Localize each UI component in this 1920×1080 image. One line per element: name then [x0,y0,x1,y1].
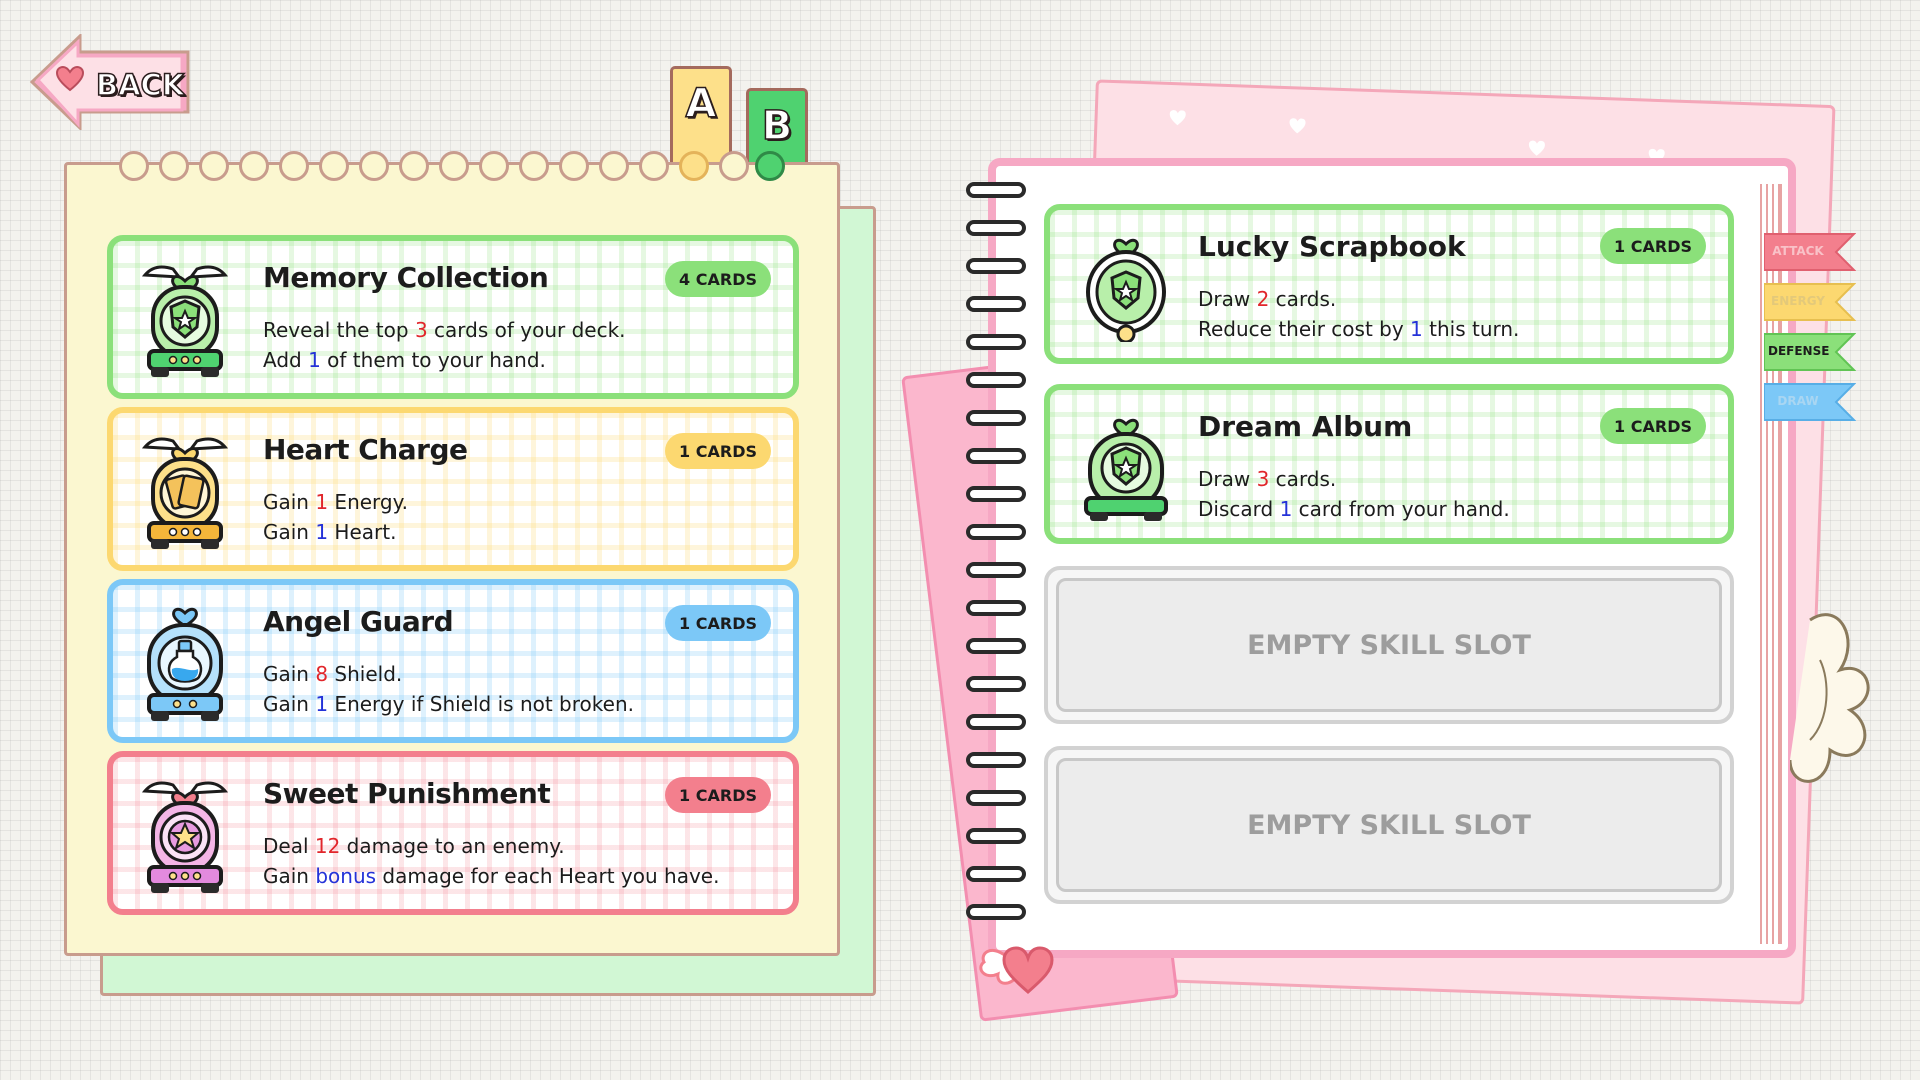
ring [719,151,749,181]
filter-tab-energy[interactable]: ENERGY [1764,282,1856,322]
ring [559,151,589,181]
back-label: BACK [95,67,185,103]
deck-card-angel-guard[interactable]: Angel Guard 1 CARDS Gain 8 Shield. Gain … [107,579,799,743]
coil-ring [966,600,1026,616]
winged-heart-icon [979,946,1054,994]
ring [519,151,549,181]
empty-slot-label: EMPTY SKILL SLOT [1056,578,1722,712]
deck-card-sweet-punishment[interactable]: Sweet Punishment 1 CARDS Deal 12 damage … [107,751,799,915]
coil-ring [966,790,1026,806]
ring [359,151,389,181]
empty-skill-slot[interactable]: EMPTY SKILL SLOT [1044,566,1734,724]
desc-line: Gain 1 Energy if Shield is not broken. [263,692,634,716]
empty-slot-label: EMPTY SKILL SLOT [1056,758,1722,892]
coil-ring [966,676,1026,692]
card-count-badge: 1 CARDS [665,777,771,813]
card-count-badge: 1 CARDS [665,605,771,641]
ring [639,151,669,181]
heart-icon [56,66,84,92]
ring [439,151,469,181]
notebook-rings [119,151,819,191]
ring [279,151,309,181]
ring [119,151,149,181]
ring [399,151,429,181]
desc-line: Reduce their cost by 1 this turn. [1198,317,1520,341]
card-title: Heart Charge [263,433,468,466]
coil-ring [966,562,1026,578]
desc-line: Draw 3 cards. [1198,467,1337,491]
deck-notebook: Memory Collection 4 CARDS Reveal the top… [64,151,840,956]
card-count-badge: 1 CARDS [665,433,771,469]
coil-ring [966,258,1026,274]
ring [599,151,629,181]
coil-ring [966,638,1026,654]
deck-card-memory-collection[interactable]: Memory Collection 4 CARDS Reveal the top… [107,235,799,399]
skill-card-lucky-scrapbook[interactable]: Lucky Scrapbook 1 CARDS Draw 2 cards. Re… [1044,204,1734,364]
card-description: Reveal the top 3 cards of your deck. Add… [263,315,626,375]
desc-line: Deal 12 damage to an enemy. [263,834,565,858]
desc-line: Gain 1 Heart. [263,520,397,544]
coil-ring [966,486,1026,502]
filter-tab-draw[interactable]: DRAW [1764,382,1856,422]
filter-tab-defense[interactable]: DEFENSE [1764,332,1856,372]
desc-line: Gain 8 Shield. [263,662,403,686]
card-title: Sweet Punishment [263,777,551,810]
mirror-charm-icon [1086,238,1166,342]
shield-charm-icon [1084,418,1168,521]
desc-line: Reveal the top 3 cards of your deck. [263,318,626,342]
ring [239,151,269,181]
filter-tab-attack[interactable]: ATTACK [1764,232,1856,272]
ring [755,151,785,181]
skill-description: Draw 2 cards. Reduce their cost by 1 thi… [1198,284,1519,344]
card-description: Gain 1 Energy. Gain 1 Heart. [263,487,408,547]
desc-line: Draw 2 cards. [1198,287,1337,311]
coil-ring [966,524,1026,540]
coil-ring [966,828,1026,844]
coil-ring [966,410,1026,426]
coil-ring [966,182,1026,198]
card-description: Deal 12 damage to an enemy. Gain bonus d… [263,831,719,891]
desc-line: Add 1 of them to your hand. [263,348,546,372]
card-charm-icon [141,437,229,549]
card-description: Gain 8 Shield. Gain 1 Energy if Shield i… [263,659,634,719]
coil-ring [966,752,1026,768]
coil-ring [966,448,1026,464]
card-count-badge: 4 CARDS [665,261,771,297]
card-title: Memory Collection [263,261,549,294]
coil-ring [966,904,1026,920]
coil-ring [966,296,1026,312]
skill-card-dream-album[interactable]: Dream Album 1 CARDS Draw 3 cards. Discar… [1044,384,1734,544]
ring [479,151,509,181]
card-title: Angel Guard [263,605,454,638]
heart-pattern [1169,110,1665,164]
coil-ring [966,866,1026,882]
coil-ring [966,334,1026,350]
flower-decoration-icon [1790,613,1870,783]
coil-ring [966,220,1026,236]
desc-line: Gain bonus damage for each Heart you hav… [263,864,720,888]
ring [319,151,349,181]
desc-line: Discard 1 card from your hand. [1198,497,1510,521]
potion-charm-icon [147,607,223,721]
star-charm-icon [141,781,229,893]
shield-charm-icon [141,265,229,377]
ring [199,151,229,181]
skill-count-badge: 1 CARDS [1600,228,1706,264]
deck-card-heart-charge[interactable]: Heart Charge 1 CARDS Gain 1 Energy. Gain… [107,407,799,571]
skill-title: Lucky Scrapbook [1198,230,1466,263]
skill-description: Draw 3 cards. Discard 1 card from your h… [1198,464,1510,524]
skill-title: Dream Album [1198,410,1413,443]
empty-skill-slot[interactable]: EMPTY SKILL SLOT [1044,746,1734,904]
desc-line: Gain 1 Energy. [263,490,408,514]
skill-count-badge: 1 CARDS [1600,408,1706,444]
coil-ring [966,372,1026,388]
ring [679,151,709,181]
ring [159,151,189,181]
coil-ring [966,714,1026,730]
